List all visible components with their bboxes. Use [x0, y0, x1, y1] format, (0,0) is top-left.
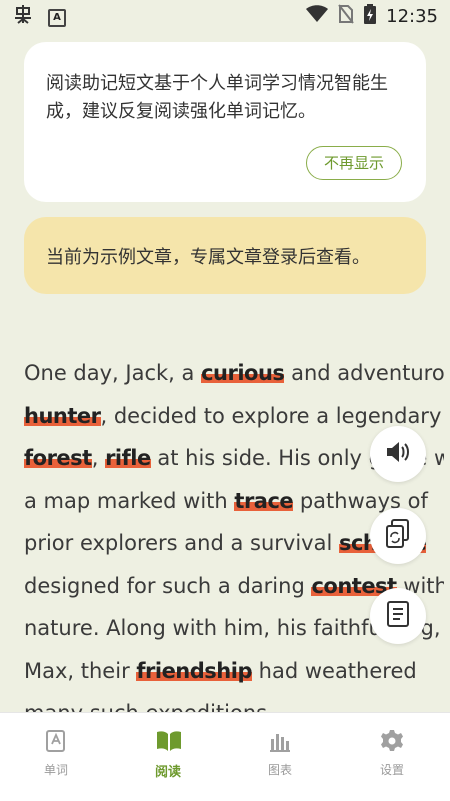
article-line: many such expeditions. — [24, 692, 444, 712]
highlighted-vocab-word[interactable]: friendship — [136, 658, 252, 683]
highlighted-vocab-word[interactable]: trace — [234, 488, 294, 513]
info-card-text: 阅读助记短文基于个人单词学习情况智能生成，建议反复阅读强化单词记忆。 — [46, 73, 388, 122]
word-book-icon — [44, 729, 68, 753]
article-text-segment: prior explorers and a survival — [24, 531, 339, 555]
article-text-segment: had weathered — [251, 658, 417, 683]
tab-reading-label: 阅读 — [154, 765, 181, 780]
sample-article-notice: 当前为示例文章，专属文章登录后查看。 — [24, 217, 426, 294]
tab-settings-label: 设置 — [379, 763, 404, 777]
tab-chart[interactable]: 图表 — [224, 713, 336, 801]
article-text-segment: One day, Jack, a — [24, 361, 202, 385]
tab-chart-label: 图表 — [267, 763, 292, 777]
highlighted-vocab-word[interactable]: hunter — [24, 403, 101, 428]
status-bar: A 12:35 — [0, 0, 450, 32]
highlighted-vocab-word[interactable]: rifle — [105, 446, 151, 470]
a-badge-icon: A — [48, 8, 66, 27]
gear-icon — [380, 729, 404, 753]
article-text-segment: Max, their — [24, 658, 137, 683]
no-sim-icon — [338, 4, 354, 29]
open-book-icon — [156, 729, 181, 753]
document-icon — [387, 601, 409, 631]
article-text-segment: and adventurous — [291, 361, 444, 385]
read-aloud-button[interactable] — [370, 426, 426, 482]
info-card: 阅读助记短文基于个人单词学习情况智能生成，建议反复阅读强化单词记忆。 不再显示 — [24, 42, 426, 202]
bottom-navigation: 单词 阅读 图表 设置 — [0, 712, 450, 801]
article-line: One day, Jack, a curious and adventurous — [24, 352, 444, 395]
wifi-icon — [306, 5, 329, 28]
copy-refresh-icon — [385, 519, 411, 553]
article-line: Max, their friendship had weathered — [24, 650, 444, 693]
bar-chart-icon — [268, 729, 292, 753]
tab-reading[interactable]: 阅读 — [112, 713, 224, 801]
tab-word[interactable]: 单词 — [0, 713, 112, 801]
highlighted-vocab-word[interactable]: forest — [24, 446, 92, 470]
article-text-segment: , — [91, 446, 106, 470]
tab-settings[interactable]: 设置 — [336, 713, 448, 801]
battery-icon — [364, 4, 377, 29]
clock: 12:35 — [386, 6, 438, 27]
article-text-segment: , decided to explore a legendary — [100, 403, 442, 428]
article-text-segment: a map marked with — [24, 488, 235, 513]
speaker-icon — [385, 440, 411, 468]
tab-word-label: 单词 — [43, 763, 68, 777]
article-text-segment: many such expeditions. — [24, 701, 274, 712]
notice-text: 当前为示例文章，专属文章登录后查看。 — [46, 247, 370, 268]
app-notification-icon — [12, 4, 34, 31]
dont-show-again-button[interactable]: 不再显示 — [306, 146, 402, 180]
article-text-button[interactable] — [370, 588, 426, 644]
switch-article-button[interactable] — [370, 508, 426, 564]
article-text-segment: designed for such a daring — [24, 573, 312, 598]
highlighted-vocab-word[interactable]: curious — [201, 361, 285, 385]
